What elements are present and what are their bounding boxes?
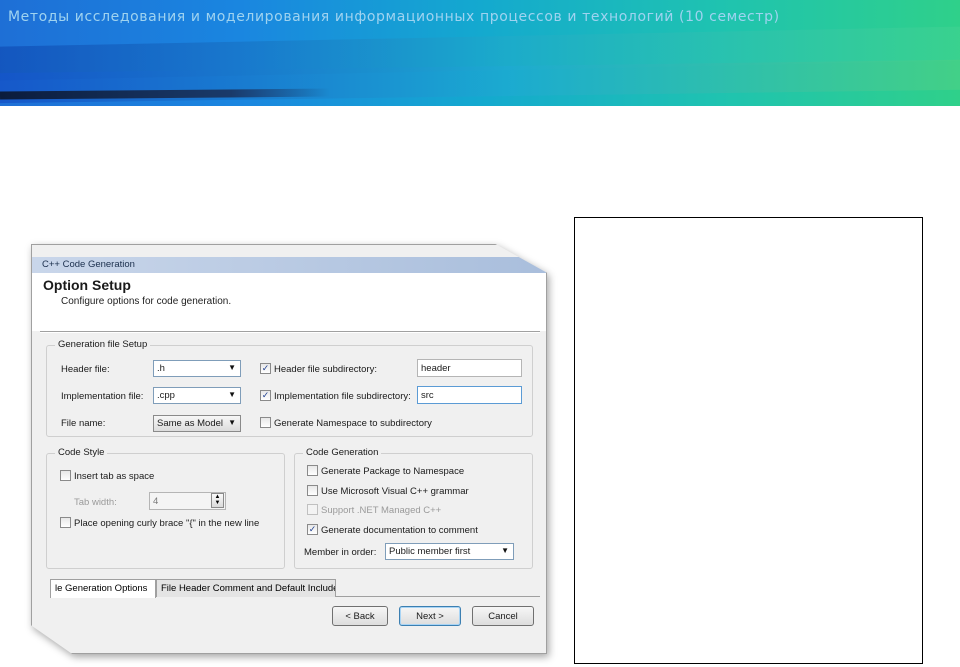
tab-file-header-comment[interactable]: File Header Comment and Default Include: [156, 579, 336, 597]
chevron-down-icon: ▼: [228, 418, 236, 427]
dialog-caption: C++ Code Generation: [32, 257, 546, 273]
back-button[interactable]: < Back: [332, 606, 388, 626]
header-file-select[interactable]: .h ▼: [153, 360, 241, 377]
implementation-file-label: Implementation file:: [61, 391, 144, 402]
cancel-button[interactable]: Cancel: [472, 606, 534, 626]
member-order-value: Public member first: [389, 546, 471, 557]
chevron-down-icon: ▼: [228, 390, 236, 399]
generation-setup-legend: Generation file Setup: [55, 339, 151, 350]
header-divider: [40, 331, 540, 333]
dialog-window: C++ Code Generation Option Setup Configu…: [31, 244, 552, 661]
curly-brace-label: Place opening curly brace "{" in the new…: [74, 518, 260, 529]
insert-tab-checkbox[interactable]: [60, 470, 71, 481]
impl-subdir-label: Implementation file subdirectory:: [274, 391, 411, 402]
file-name-label: File name:: [61, 418, 106, 429]
code-generation-legend: Code Generation: [303, 447, 382, 458]
impl-subdir-checkbox[interactable]: ✓: [260, 390, 271, 401]
next-button[interactable]: Next >: [399, 606, 461, 626]
package-namespace-checkbox[interactable]: [307, 465, 318, 476]
header-subdir-input[interactable]: header: [417, 359, 522, 377]
implementation-file-value: .cpp: [157, 390, 175, 401]
namespace-subdir-label: Generate Namespace to subdirectory: [274, 418, 432, 429]
header-file-label: Header file:: [61, 364, 110, 375]
implementation-file-select[interactable]: .cpp ▼: [153, 387, 241, 404]
msvc-grammar-label: Use Microsoft Visual C++ grammar: [321, 486, 469, 497]
insert-tab-label: Insert tab as space: [74, 471, 155, 482]
msvc-grammar-checkbox[interactable]: [307, 485, 318, 496]
curly-brace-checkbox[interactable]: [60, 517, 71, 528]
impl-subdir-input[interactable]: src: [417, 386, 522, 404]
top-banner: Методы исследования и моделирования инфо…: [0, 0, 960, 106]
doc-comment-label: Generate documentation to comment: [321, 525, 478, 536]
file-name-value: Same as Model: [157, 418, 224, 429]
chevron-down-icon: ▼: [501, 546, 509, 555]
tab-generation-options[interactable]: le Generation Options: [50, 579, 156, 598]
tab-width-spinner[interactable]: ▲ ▼: [211, 493, 224, 508]
chevron-down-icon: ▼: [228, 363, 236, 372]
page-subtitle: Configure options for code generation.: [61, 296, 232, 307]
package-namespace-label: Generate Package to Namespace: [321, 466, 465, 477]
header-subdir-checkbox[interactable]: ✓: [260, 363, 271, 374]
tab-width-label: Tab width:: [74, 497, 117, 508]
dialog-body: C++ Code Generation Option Setup Configu…: [31, 244, 547, 654]
member-order-select[interactable]: Public member first ▼: [385, 543, 514, 560]
banner-title: Методы исследования и моделирования инфо…: [8, 9, 780, 25]
code-style-legend: Code Style: [55, 447, 108, 458]
member-order-label: Member in order:: [304, 547, 377, 558]
dotnet-managed-checkbox[interactable]: [307, 504, 318, 515]
doc-comment-checkbox[interactable]: ✓: [307, 524, 318, 535]
empty-content-frame: [574, 217, 923, 664]
dotnet-managed-label: Support .NET Managed C++: [321, 505, 442, 516]
page-title: Option Setup: [43, 277, 131, 293]
header-subdir-label: Header file subdirectory:: [274, 364, 377, 375]
header-file-value: .h: [157, 363, 165, 374]
file-name-select[interactable]: Same as Model ▼: [153, 415, 241, 432]
namespace-subdir-checkbox[interactable]: [260, 417, 271, 428]
options-tabstrip: le Generation Options File Header Commen…: [50, 579, 540, 598]
